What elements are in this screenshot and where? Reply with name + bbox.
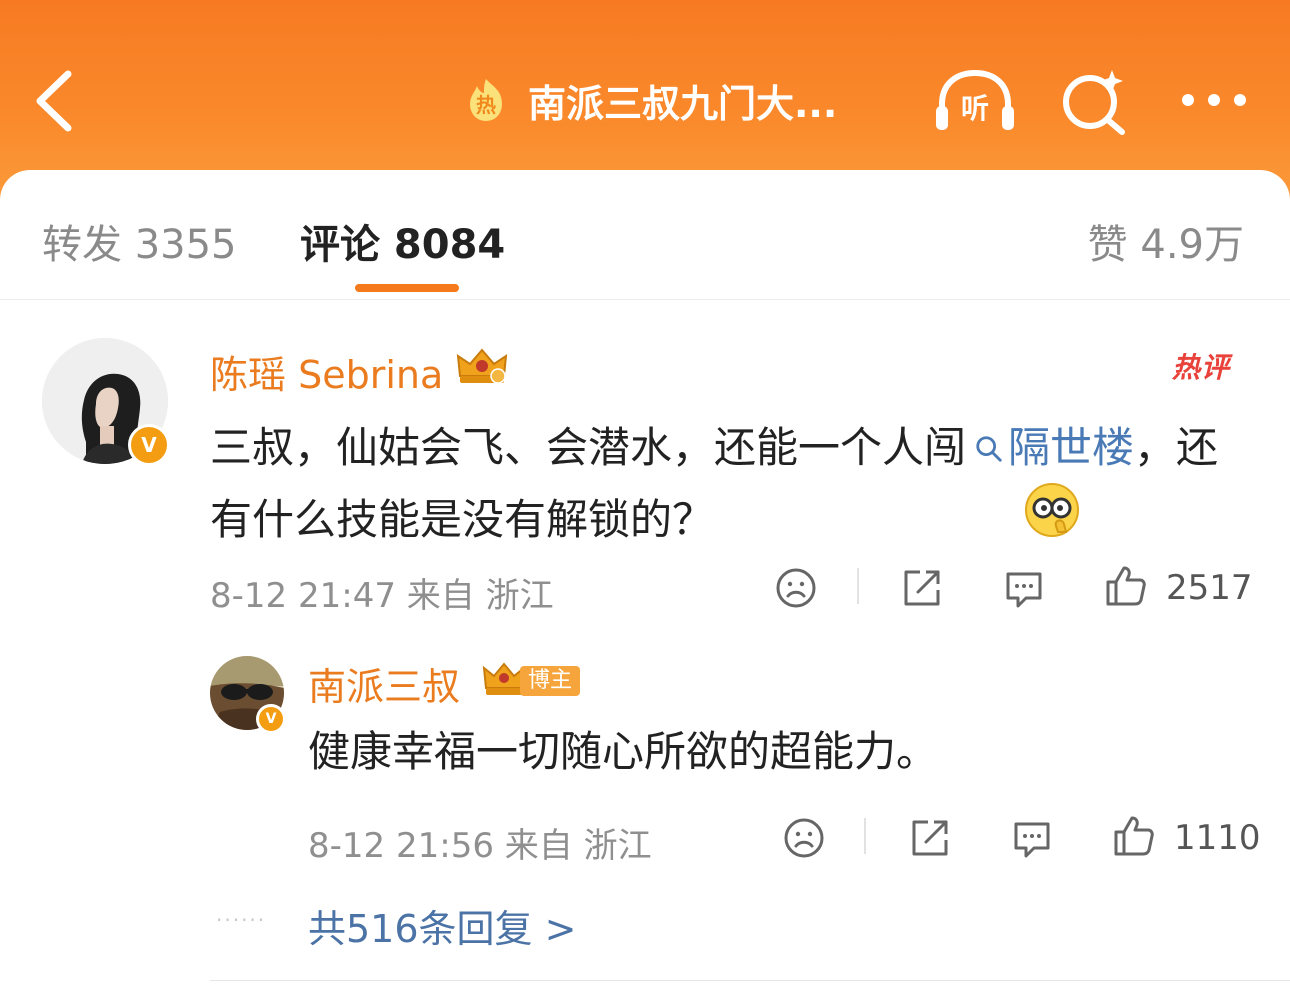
more-icon[interactable] (1180, 88, 1248, 112)
author-tag: 博主 (520, 666, 580, 696)
hot-icon-text: 热 (476, 93, 496, 117)
reply-text: 健康幸福一切随心所欲的超能力。 (308, 727, 939, 776)
comment-icon[interactable] (1010, 816, 1054, 860)
hot-comment-badge: 热评 (1172, 351, 1231, 384)
tab-comment[interactable]: 评论 8084 (300, 212, 505, 270)
page-title: 南派三叔九门大... (528, 81, 838, 126)
comment-text: 三叔，仙姑会飞、会潜水，还能一个人闯 隔世楼，还有什么技能是没有解锁的？ (210, 412, 1250, 556)
crown-icon (456, 348, 508, 384)
like-count: 2517 (1166, 568, 1253, 608)
comment-username[interactable]: 陈瑶 Sebrina (210, 344, 443, 399)
search-icon[interactable] (1058, 66, 1130, 136)
listen-label: 听 (961, 92, 989, 125)
comment-text-part1: 三叔，仙姑会飞、会潜水，还能一个人闯 (210, 423, 967, 472)
comment-icon[interactable] (1002, 566, 1046, 610)
reply-meta: 8-12 21:56 来自 浙江 (308, 826, 652, 866)
search-link-icon (976, 436, 1002, 462)
share-icon[interactable] (900, 566, 944, 610)
share-icon[interactable] (908, 816, 952, 860)
back-icon[interactable] (30, 68, 80, 134)
divider (857, 568, 859, 604)
divider (864, 818, 866, 854)
tab-bar: 转发 3355 评论 8084 赞 4.9万 (0, 170, 1290, 300)
verified-badge: V (256, 704, 286, 734)
headphones-icon[interactable]: 听 (932, 68, 1018, 134)
nerd-emoji (1025, 483, 1079, 537)
topic-link-text: 隔世楼 (1008, 423, 1135, 472)
thumbs-up-icon[interactable] (1104, 564, 1148, 608)
tab-repost[interactable]: 转发 3355 (42, 212, 237, 270)
active-tab-indicator (355, 284, 459, 292)
tab-like[interactable]: 赞 4.9万 (1088, 212, 1244, 270)
comment-meta: 8-12 21:47 来自 浙江 (210, 576, 554, 616)
sad-face-icon[interactable] (774, 566, 818, 610)
sad-face-icon[interactable] (782, 816, 826, 860)
thread-dots: ······ (216, 908, 267, 932)
view-replies-link[interactable]: 共516条回复 > (308, 898, 576, 953)
verified-badge: V (128, 424, 170, 466)
like-count: 1110 (1174, 818, 1261, 858)
author-tag-text: 博主 (527, 668, 572, 693)
topic-search-link[interactable]: 隔世楼 (966, 423, 1134, 472)
thumbs-up-icon[interactable] (1112, 814, 1156, 858)
topic-title[interactable]: 热 南派三叔九门大... (462, 72, 837, 128)
hot-icon: 热 (470, 79, 502, 121)
reply-username[interactable]: 南派三叔 (308, 656, 460, 711)
divider (210, 980, 1290, 981)
